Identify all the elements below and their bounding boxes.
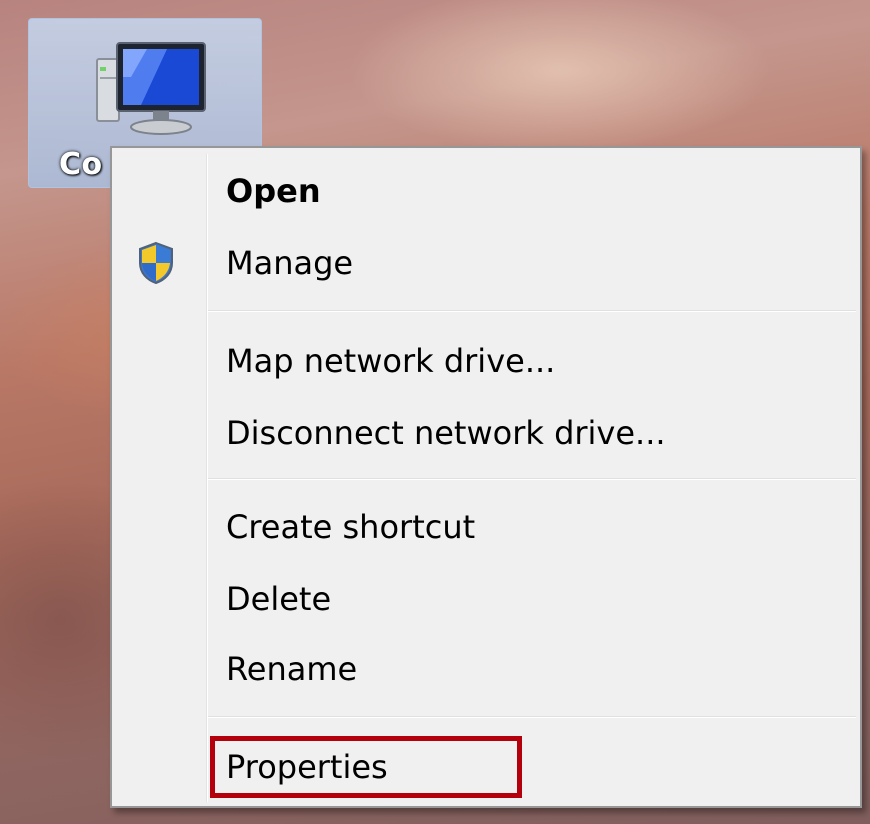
menu-separator xyxy=(208,716,856,718)
menu-item-create-shortcut[interactable]: Create shortcut xyxy=(116,494,856,560)
menu-item-manage[interactable]: Manage xyxy=(116,230,856,296)
menu-item-map-network-drive[interactable]: Map network drive... xyxy=(116,328,856,394)
menu-item-delete[interactable]: Delete xyxy=(116,566,856,632)
menu-separator xyxy=(208,478,856,480)
computer-icon xyxy=(96,42,206,135)
menu-item-label: Map network drive... xyxy=(226,342,556,380)
menu-item-open[interactable]: Open xyxy=(116,158,856,224)
menu-item-label: Delete xyxy=(226,580,332,618)
menu-item-label: Disconnect network drive... xyxy=(226,414,666,452)
context-menu: Open Manage Map network drive... Disconn… xyxy=(110,146,862,808)
menu-item-disconnect-network-drive[interactable]: Disconnect network drive... xyxy=(116,400,856,466)
menu-item-label: Manage xyxy=(226,244,354,282)
desktop-background[interactable]: Co Open Manage Map network drive... Disc… xyxy=(0,0,870,824)
menu-item-label: Open xyxy=(226,172,321,210)
properties-highlight-box xyxy=(210,736,522,798)
menu-item-rename[interactable]: Rename xyxy=(116,636,856,702)
menu-item-label: Create shortcut xyxy=(226,508,476,546)
menu-item-label: Rename xyxy=(226,650,358,688)
uac-shield-icon xyxy=(139,241,173,285)
desktop-icon-label: Co xyxy=(59,147,103,182)
menu-separator xyxy=(208,310,856,312)
